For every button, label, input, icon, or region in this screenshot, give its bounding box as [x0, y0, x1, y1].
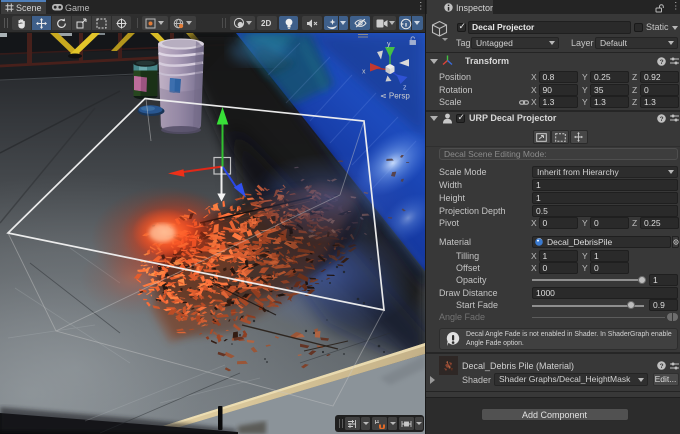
svg-text:x: x: [362, 69, 366, 76]
svg-text:z: z: [403, 85, 407, 92]
svg-text:?: ?: [660, 363, 664, 370]
svg-text:?: ?: [660, 58, 664, 65]
svg-text:⋖ Persp: ⋖ Persp: [380, 92, 410, 101]
svg-text:?: ?: [660, 115, 664, 122]
svg-text:y: y: [387, 41, 391, 48]
